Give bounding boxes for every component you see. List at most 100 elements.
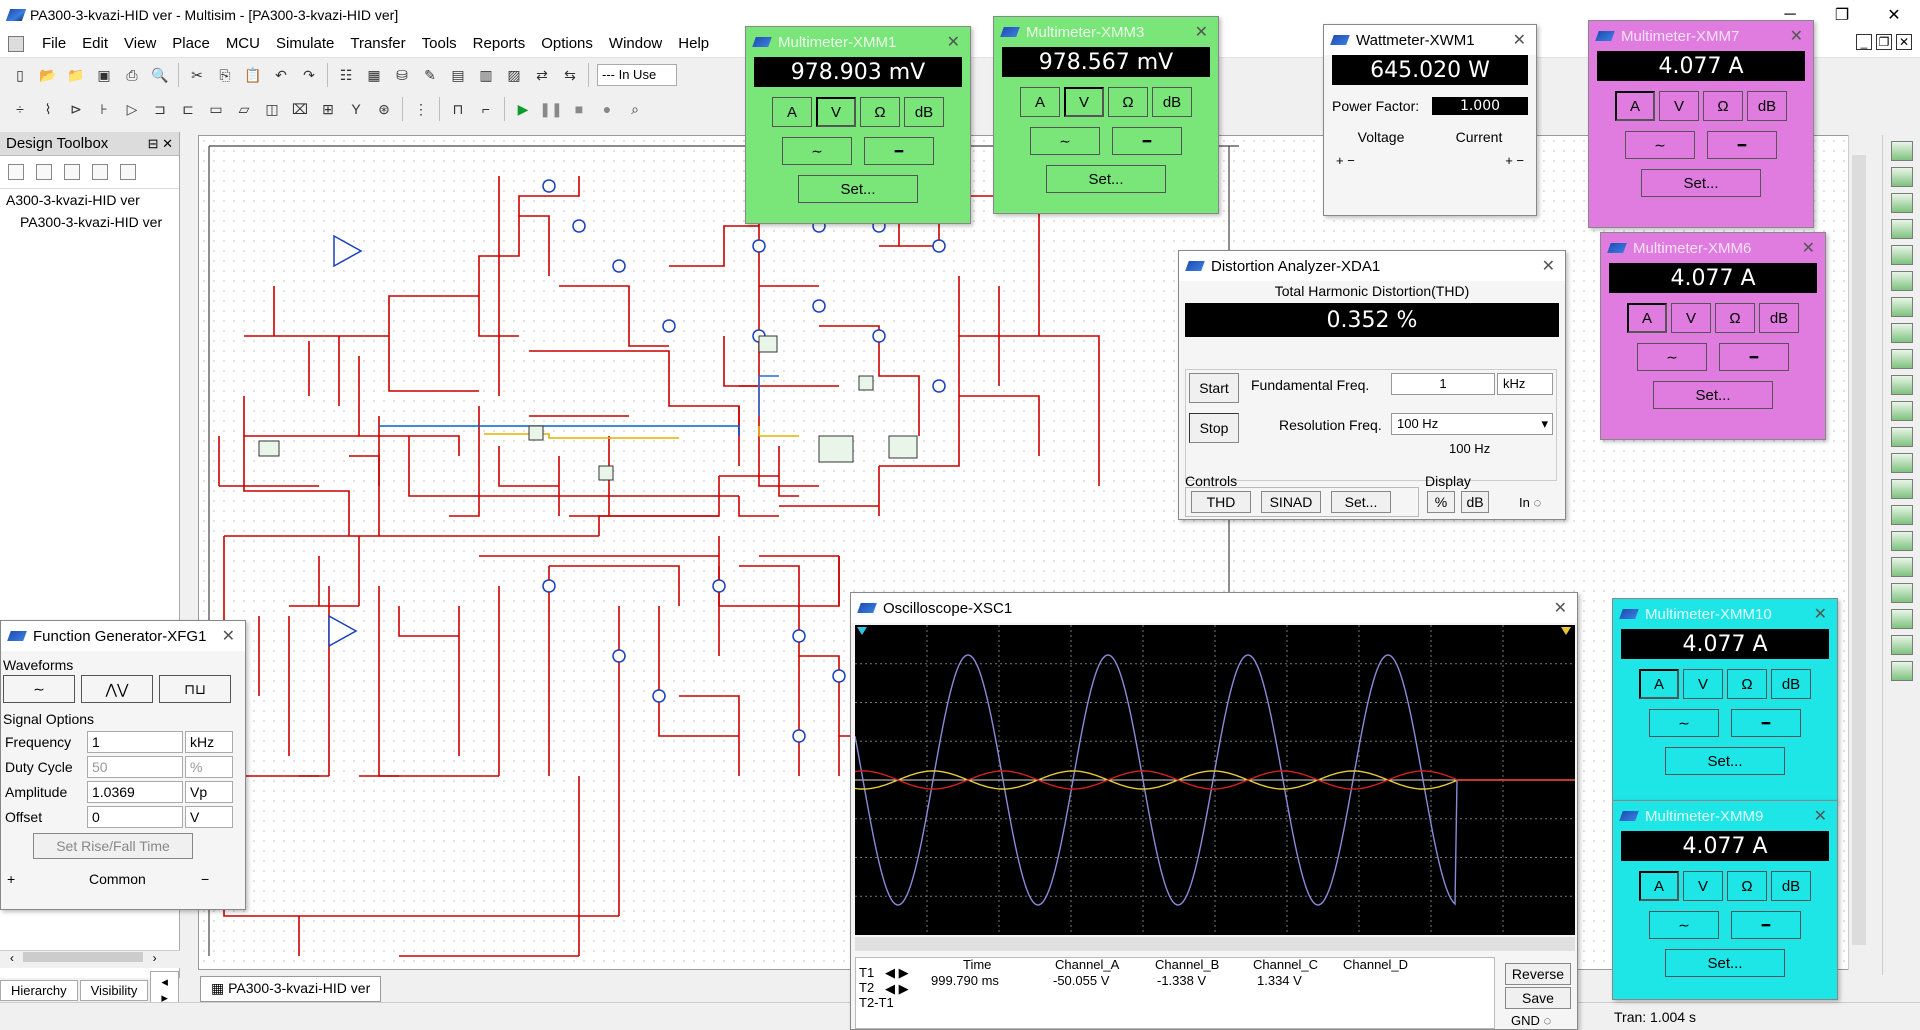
distortion-analyzer-icon[interactable] [1891, 427, 1913, 447]
run-simulation-icon[interactable]: ▶ [512, 98, 534, 120]
resolution-freq-select[interactable]: 100 Hz ▾ [1391, 413, 1553, 435]
hier-block-icon[interactable]: ⊓ [447, 98, 469, 120]
db-mode-button[interactable]: dB [1747, 91, 1787, 121]
close-icon[interactable]: ✕ [1814, 604, 1827, 624]
duty-cycle-unit[interactable]: % [185, 756, 233, 778]
new-file-icon[interactable]: ▯ [9, 64, 31, 86]
set-button[interactable]: Set... [1046, 165, 1166, 193]
multimeter-xmm6-header[interactable]: Multimeter-XMM6 ✕ [1601, 233, 1825, 263]
ac-mode-button[interactable]: ∼ [1637, 343, 1707, 371]
probe-icon[interactable]: ⌕ [624, 98, 646, 120]
menu-options[interactable]: Options [533, 35, 601, 52]
cursor-arrows[interactable]: ◀ ▶ ◀ ▶ [885, 965, 909, 997]
iv-analyzer-icon[interactable] [1891, 401, 1913, 421]
function-generator-window[interactable]: Function Generator-XFG1 ✕ Waveforms ∼ ⋀⋁… [0, 620, 246, 910]
ohm-mode-button[interactable]: Ω [1727, 669, 1767, 699]
misc-icon[interactable]: ⊞ [317, 98, 339, 120]
toolbox-close-icon[interactable]: ⊟ ✕ [148, 136, 173, 152]
tree-child[interactable]: PA300-3-kvazi-HID ver [0, 211, 179, 233]
offset-input[interactable]: 0 [87, 806, 183, 828]
tab-visibility[interactable]: Visibility [79, 979, 149, 1001]
maximize-button[interactable]: ❐ [1816, 0, 1868, 30]
multimeter-xmm9-window[interactable]: Multimeter-XMM9 ✕ 4.077 A A V Ω dB ∼ ━ S… [1612, 800, 1838, 1000]
multimeter-xmm10-header[interactable]: Multimeter-XMM10 ✕ [1613, 599, 1837, 629]
current-probe-icon[interactable] [1891, 661, 1913, 681]
measurement-probe-icon[interactable] [1891, 609, 1913, 629]
volt-mode-button[interactable]: V [1683, 871, 1723, 901]
close-icon[interactable]: ✕ [222, 626, 235, 646]
power-icon[interactable]: ⌧ [289, 98, 311, 120]
menu-help[interactable]: Help [670, 35, 717, 52]
reverse-button[interactable]: Reverse [1505, 963, 1571, 985]
square-wave-button[interactable]: ⊓⊔ [159, 675, 231, 703]
amp-mode-button[interactable]: A [1639, 871, 1679, 901]
mdi-restore-button[interactable]: ❐ [1876, 34, 1892, 50]
amplitude-unit[interactable]: Vp [185, 781, 233, 803]
step-icon[interactable]: ● [596, 98, 618, 120]
ohm-mode-button[interactable]: Ω [860, 97, 900, 127]
multimeter-xmm3-window[interactable]: Multimeter-XMM3 ✕ 978.567 mV A V Ω dB ∼ … [993, 16, 1219, 214]
set-button[interactable]: Set... [1653, 381, 1773, 409]
dc-mode-button[interactable]: ━ [1731, 911, 1801, 939]
oscilloscope-header[interactable]: Oscilloscope-XSC1 ✕ [851, 593, 1577, 623]
frequency-counter-icon[interactable] [1891, 297, 1913, 317]
labview-icon[interactable] [1891, 635, 1913, 655]
open-folder-icon[interactable]: 📂 [37, 64, 59, 86]
sinad-button[interactable]: SINAD [1261, 491, 1321, 513]
amplitude-input[interactable]: 1.0369 [87, 781, 183, 803]
copy-icon[interactable]: ⎘ [214, 64, 236, 86]
db-mode-button[interactable]: dB [1771, 871, 1811, 901]
open-icon[interactable] [36, 164, 52, 180]
indicator-icon[interactable]: ◫ [261, 98, 283, 120]
volt-mode-button[interactable]: V [816, 97, 856, 127]
mixed-icon[interactable]: ▱ [233, 98, 255, 120]
pause-simulation-icon[interactable]: ❚❚ [539, 98, 562, 120]
agilent-multimeter-icon[interactable] [1891, 531, 1913, 551]
ac-mode-button[interactable]: ∼ [782, 137, 852, 165]
redo-icon[interactable]: ↷ [298, 64, 320, 86]
logic-converter-icon[interactable] [1891, 349, 1913, 369]
ohm-mode-button[interactable]: Ω [1108, 87, 1148, 117]
menu-edit[interactable]: Edit [74, 35, 116, 52]
document-icon[interactable] [8, 35, 24, 52]
spectrum-analyzer-icon[interactable] [1891, 453, 1913, 473]
wattmeter-icon[interactable] [1891, 193, 1913, 213]
set-button[interactable]: Set... [1665, 949, 1785, 977]
close-icon[interactable]: ✕ [947, 32, 960, 52]
t1-arrows[interactable]: ◀ ▶ [885, 965, 909, 981]
menu-reports[interactable]: Reports [465, 35, 534, 52]
electromech-icon[interactable]: ⊛ [373, 98, 395, 120]
ground-terminal[interactable]: GND ◌ [1511, 1013, 1551, 1028]
frequency-input[interactable]: 1 [87, 731, 183, 753]
save-icon[interactable]: ▣ [93, 64, 115, 86]
transfer-icon[interactable]: ⇄ [531, 64, 553, 86]
amp-mode-button[interactable]: A [1627, 303, 1667, 333]
logic-analyzer-icon[interactable] [1891, 375, 1913, 395]
close-icon[interactable]: ✕ [1195, 22, 1208, 42]
mdi-close-button[interactable]: ✕ [1896, 34, 1912, 50]
set-button[interactable]: Set... [1641, 169, 1761, 197]
backannotate-icon[interactable]: ⇆ [559, 64, 581, 86]
window-icon[interactable] [92, 164, 108, 180]
close-icon[interactable]: ✕ [1554, 598, 1567, 618]
undo-icon[interactable]: ↶ [270, 64, 292, 86]
multimeter-icon[interactable] [1891, 141, 1913, 161]
plus-terminal[interactable]: + [7, 871, 15, 887]
misc-digital-icon[interactable]: ▭ [205, 98, 227, 120]
menu-tools[interactable]: Tools [414, 35, 465, 52]
rise-fall-time-button[interactable]: Set Rise/Fall Time [33, 833, 193, 859]
oscilloscope-scrollbar[interactable] [855, 937, 1575, 951]
volt-mode-button[interactable]: V [1659, 91, 1699, 121]
source-icon[interactable]: ÷ [9, 98, 31, 120]
new-icon[interactable] [8, 164, 24, 180]
menu-view[interactable]: View [116, 35, 164, 52]
spreadsheet-icon[interactable]: ▦ [363, 64, 385, 86]
cmos-icon[interactable]: ⊏ [177, 98, 199, 120]
distortion-analyzer-header[interactable]: Distortion Analyzer-XDA1 ✕ [1179, 251, 1565, 281]
oscilloscope-icon[interactable] [1891, 219, 1913, 239]
ac-mode-button[interactable]: ∼ [1649, 911, 1719, 939]
tab-hierarchy[interactable]: Hierarchy [0, 979, 78, 1001]
fundamental-freq-unit[interactable]: kHz [1497, 373, 1553, 395]
input-terminal[interactable]: In ◌ [1519, 495, 1541, 510]
analog-icon[interactable]: ▷ [121, 98, 143, 120]
